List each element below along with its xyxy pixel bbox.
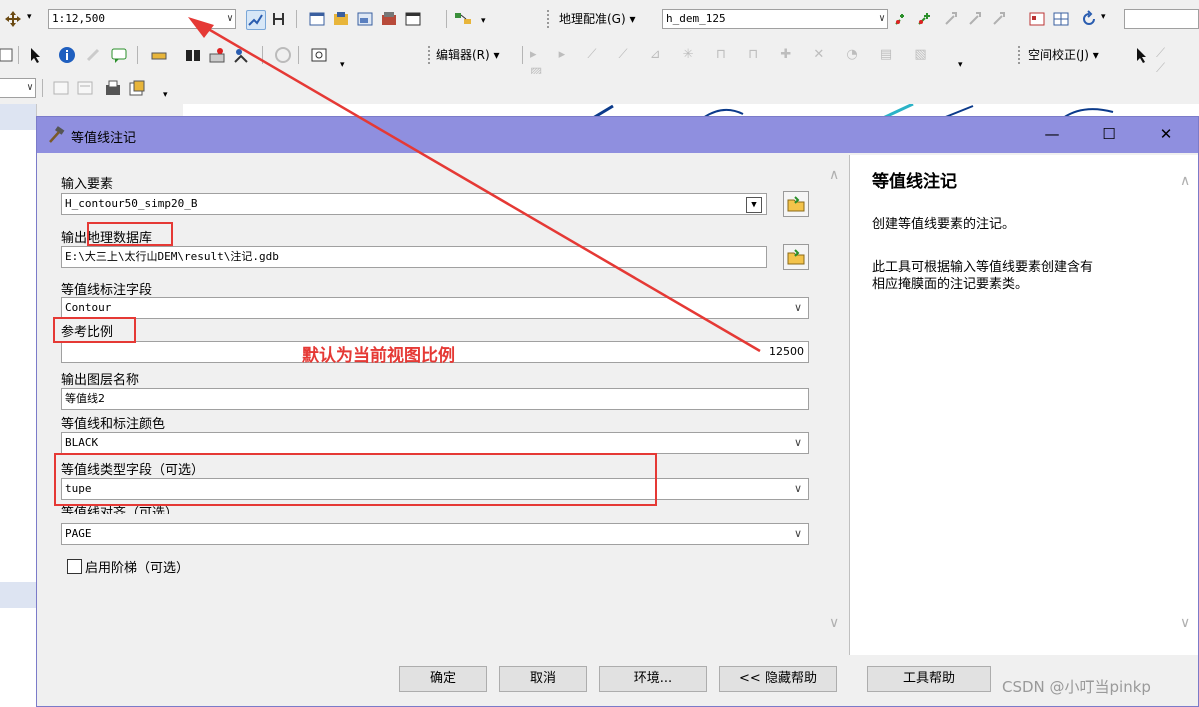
watermark: CSDN @小叮当pinkp bbox=[1002, 678, 1151, 696]
annotation-arrow bbox=[188, 17, 761, 353]
